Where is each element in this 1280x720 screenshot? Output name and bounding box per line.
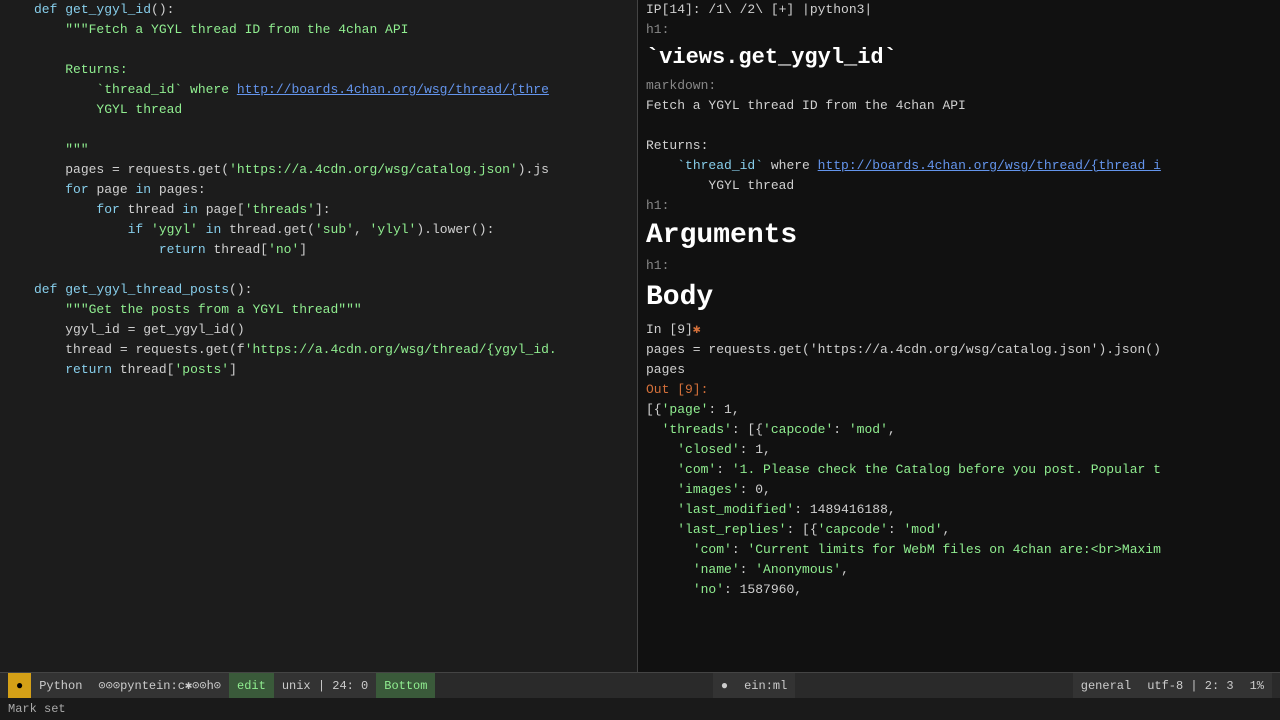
code-line <box>34 120 637 140</box>
markdown-line-2 <box>646 116 1272 136</box>
general-indicator: general <box>1073 673 1139 698</box>
encoding-text: unix | 24: 0 <box>282 679 368 693</box>
utf-indicator: utf-8 | 2: 3 <box>1139 673 1241 698</box>
code-line: Returns: <box>34 60 637 80</box>
h1-label-3: h1: <box>646 256 1272 276</box>
h1-text-1: `views.get_ygyl_id` <box>646 43 897 73</box>
h1-heading-1: `views.get_ygyl_id` <box>646 44 1272 72</box>
h1-label-1: h1: <box>646 20 1272 40</box>
out-line-10: 'no': 1587960, <box>646 580 1272 600</box>
out-line-3: 'closed': 1, <box>646 440 1272 460</box>
code-line: for page in pages: <box>34 180 637 200</box>
code-line: pages = requests.get('https://a.4cdn.org… <box>34 160 637 180</box>
code-line-1: pages = requests.get('https://a.4cdn.org… <box>646 340 1272 360</box>
code-line: return thread['posts'] <box>34 360 637 380</box>
circle-icon: ● <box>721 679 728 693</box>
mode-icon: ● <box>16 679 23 693</box>
code-line: return thread['no'] <box>34 240 637 260</box>
out-line-8: 'com': 'Current limits for WebM files on… <box>646 540 1272 560</box>
language-indicator: Python <box>31 673 90 698</box>
h1-heading-2: Arguments <box>646 220 1272 252</box>
circle-indicator: ● <box>713 673 736 698</box>
code-line: """Fetch a YGYL thread ID from the 4chan… <box>34 20 637 40</box>
markdown-line-4: `thread_id` where http://boards.4chan.or… <box>646 156 1272 176</box>
bottom-label: Bottom <box>384 679 427 693</box>
mode-indicator: ● <box>8 673 31 698</box>
position-indicator: Bottom <box>376 673 435 698</box>
markdown-line-3: Returns: <box>646 136 1272 156</box>
h1-heading-3: Body <box>646 280 1272 316</box>
ein-indicator: ein:ml <box>736 673 795 698</box>
code-line-2: pages <box>646 360 1272 380</box>
out-line-1: [{'page': 1, <box>646 400 1272 420</box>
code-line: """Get the posts from a YGYL thread""" <box>34 300 637 320</box>
out-label-line: Out [9]: <box>646 380 1272 400</box>
out-line-9: 'name': 'Anonymous', <box>646 560 1272 580</box>
h1-text-3: Body <box>646 280 713 316</box>
prompt-line: IP[14]: /1\ /2\ [+] |python3| <box>646 0 1272 20</box>
ein-label: ein:ml <box>744 679 787 693</box>
main-area: def get_ygyl_id(): """Fetch a YGYL threa… <box>0 0 1280 672</box>
markdown-line-1: Fetch a YGYL thread ID from the 4chan AP… <box>646 96 1272 116</box>
out-line-5: 'images': 0, <box>646 480 1272 500</box>
percent-indicator: 1% <box>1242 673 1272 698</box>
in-label-line: In [9]✱ <box>646 320 1272 340</box>
bottom-message: Mark set <box>8 702 66 716</box>
code-line <box>34 260 637 280</box>
language-label: Python <box>39 679 82 693</box>
encoding-info: unix | 24: 0 <box>274 673 376 698</box>
notebook-output-pane[interactable]: IP[14]: /1\ /2\ [+] |python3| h1: `views… <box>638 0 1280 672</box>
bottom-bar: Mark set <box>0 698 1280 720</box>
code-editor-pane: def get_ygyl_id(): """Fetch a YGYL threa… <box>0 0 638 672</box>
code-line: def get_ygyl_thread_posts(): <box>34 280 637 300</box>
percent-label: 1% <box>1250 679 1264 693</box>
markdown-line-5: YGYL thread <box>646 176 1272 196</box>
markdown-label: markdown: <box>646 76 1272 96</box>
out-line-7: 'last_replies': [{'capcode': 'mod', <box>646 520 1272 540</box>
buffer-info: ⊙⊙⊙pyntein:c✱⊙⊙h⊙ <box>90 673 229 698</box>
code-line: ygyl_id = get_ygyl_id() <box>34 320 637 340</box>
code-line: if 'ygyl' in thread.get('sub', 'ylyl').l… <box>34 220 637 240</box>
code-line: for thread in page['threads']: <box>34 200 637 220</box>
utf-label: utf-8 | 2: 3 <box>1147 679 1233 693</box>
line-numbers <box>0 0 30 672</box>
edit-indicator: edit <box>229 673 274 698</box>
general-label: general <box>1081 679 1131 693</box>
code-content[interactable]: def get_ygyl_id(): """Fetch a YGYL threa… <box>30 0 637 672</box>
edit-label: edit <box>237 679 266 693</box>
h1-label-2: h1: <box>646 196 1272 216</box>
out-line-6: 'last_modified': 1489416188, <box>646 500 1272 520</box>
code-line: `thread_id` where http://boards.4chan.or… <box>34 80 637 100</box>
code-line: thread = requests.get(f'https://a.4cdn.o… <box>34 340 637 360</box>
out-line-4: 'com': '1. Please check the Catalog befo… <box>646 460 1272 480</box>
code-line: """ <box>34 140 637 160</box>
out-line-2: 'threads': [{'capcode': 'mod', <box>646 420 1272 440</box>
code-line: def get_ygyl_id(): <box>34 0 637 20</box>
buffer-text: ⊙⊙⊙pyntein:c✱⊙⊙h⊙ <box>98 678 221 693</box>
code-line <box>34 40 637 60</box>
status-bar: ● Python ⊙⊙⊙pyntein:c✱⊙⊙h⊙ edit unix | 2… <box>0 672 1280 698</box>
code-line: YGYL thread <box>34 100 637 120</box>
h1-text-2: Arguments <box>646 218 797 254</box>
